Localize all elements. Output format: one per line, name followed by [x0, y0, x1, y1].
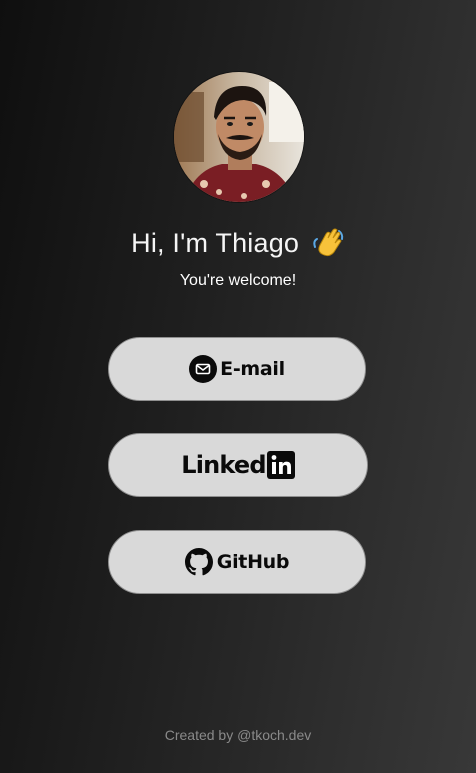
greeting-heading: Hi, I'm Thiago [0, 224, 476, 262]
github-button[interactable]: GitHub [108, 530, 366, 594]
avatar [174, 72, 304, 202]
profile-photo [174, 72, 304, 202]
footer-credit: Created by @tkoch.dev [164, 727, 312, 743]
github-icon [184, 548, 213, 576]
email-button-label: E-mail [220, 358, 285, 380]
link-page: Hi, I'm Thiago You're welcome! E-mail Li… [0, 0, 476, 773]
linkedin-button[interactable]: Linked [108, 433, 368, 497]
email-button[interactable]: E-mail [108, 337, 366, 401]
linkedin-button-label: Linked [181, 451, 266, 479]
waving-hand-icon [313, 228, 344, 257]
mail-icon [189, 355, 218, 383]
linkedin-in-icon [266, 451, 295, 479]
github-button-label: GitHub [216, 551, 290, 573]
greeting-text: Hi, I'm Thiago [131, 228, 300, 258]
subtitle: You're welcome! [179, 272, 297, 289]
